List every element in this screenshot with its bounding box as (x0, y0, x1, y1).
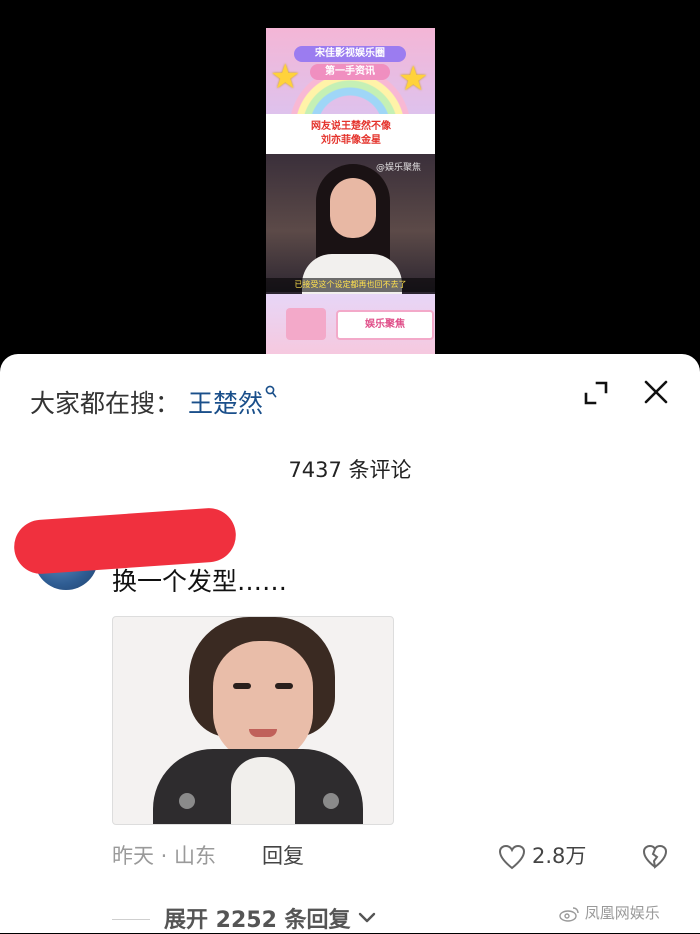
watermark: 凤凰网娱乐 (558, 902, 660, 923)
photo-mouth (249, 729, 277, 737)
video-decor-block (286, 308, 326, 340)
photo-eye (233, 683, 251, 689)
video-banner-line2: 第一手资讯 (310, 64, 390, 80)
close-icon[interactable] (642, 378, 670, 406)
video-tag: 娱乐聚焦 (336, 310, 434, 340)
photo-pattern (323, 793, 339, 809)
comment-time-location: 昨天 · 山东 (112, 844, 217, 868)
fullscreen-icon[interactable] (583, 380, 609, 406)
photo-face (213, 641, 313, 763)
like-count: 2.8万 (532, 844, 587, 868)
chevron-down-icon[interactable] (358, 910, 376, 924)
watermark-text: 凤凰网娱乐 (584, 904, 660, 922)
trending-search-link[interactable]: 王楚然 (188, 384, 263, 420)
broken-heart-icon[interactable] (642, 844, 668, 870)
expand-replies-button[interactable]: 展开 2252 条回复 (164, 902, 351, 934)
trending-search-prefix: 大家都在搜： (30, 389, 181, 418)
comment-image[interactable] (112, 616, 394, 825)
photo-pattern (179, 793, 195, 809)
weibo-icon (558, 906, 580, 922)
divider (112, 919, 150, 920)
comments-sheet: 大家都在搜： 王楚然 7437 条评论 换一个发型…… 昨天 · 山东 回复 2… (0, 354, 700, 933)
star-icon: ★ (398, 59, 429, 99)
video-headline-line2: 刘亦菲像金星 (321, 135, 381, 146)
star-icon: ★ (270, 57, 301, 97)
photo-eye (275, 683, 293, 689)
video-headline-line1: 网友说王楚然不像 (311, 121, 391, 132)
photo-shirt (231, 757, 295, 824)
video-person-face (330, 178, 376, 238)
video-banner-line1: 宋佳影视娱乐圈 (294, 46, 406, 62)
trending-search: 大家都在搜： 王楚然 (30, 384, 277, 420)
heart-icon[interactable] (498, 844, 526, 870)
video-player[interactable]: 宋佳影视娱乐圈 第一手资讯 ★ ★ 网友说王楚然不像 刘亦菲像金星 @娱乐聚焦 … (266, 28, 435, 356)
comment-text: 换一个发型…… (112, 567, 288, 596)
reply-button[interactable]: 回复 (262, 840, 304, 870)
video-caption: 已接受这个设定都再也回不去了 (266, 278, 435, 292)
video-headline: 网友说王楚然不像 刘亦菲像金星 (276, 120, 426, 148)
video-logo: @娱乐聚焦 (376, 163, 422, 173)
comment-count: 7437 条评论 (288, 458, 412, 482)
search-icon[interactable] (265, 385, 277, 403)
